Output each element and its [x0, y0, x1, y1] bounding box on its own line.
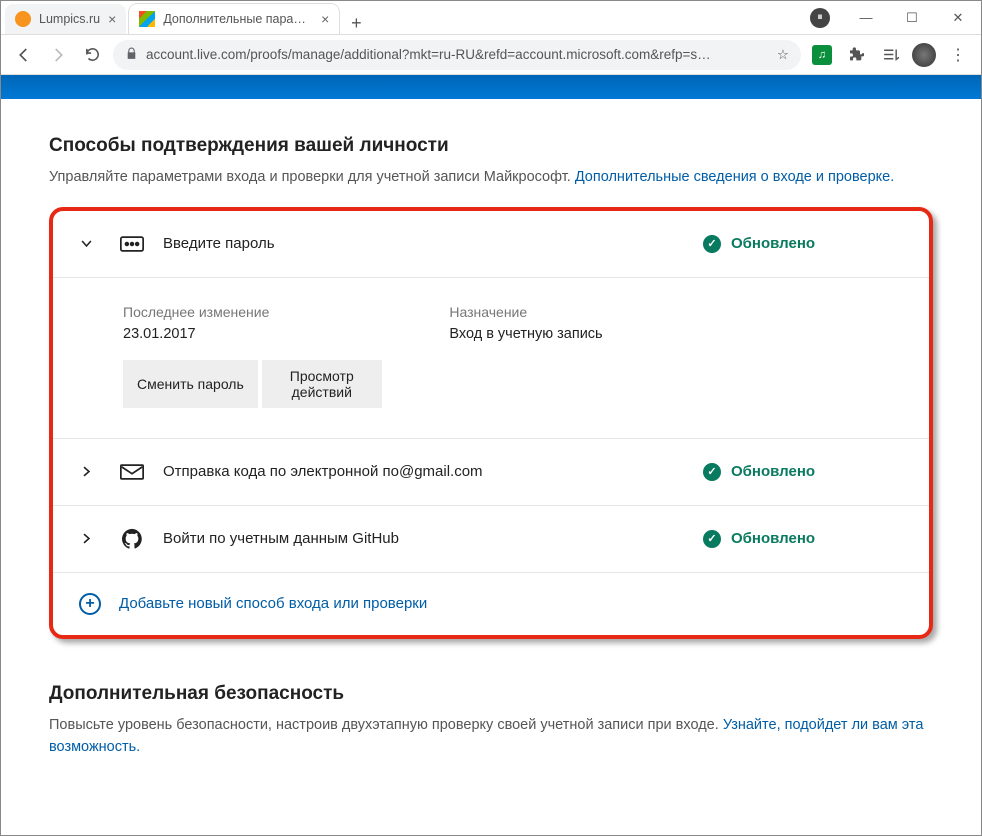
reload-button[interactable]	[79, 42, 105, 68]
close-tab-icon[interactable]: ×	[108, 11, 116, 27]
email-icon	[119, 459, 145, 485]
section-extra-security-subtitle: Повысьте уровень безопасности, настроив …	[49, 715, 933, 759]
method-row-email[interactable]: Отправка кода по электронной по@gmail.co…	[53, 439, 929, 506]
section-identity-title: Способы подтверждения вашей личности	[49, 135, 933, 157]
password-actions: Сменить пароль Просмотр действий	[53, 360, 929, 439]
subtitle-text: Повысьте уровень безопасности, настроив …	[49, 717, 723, 733]
add-signin-method-button[interactable]: + Добавьте новый способ входа или провер…	[53, 573, 929, 635]
purpose-value: Вход в учетную запись	[449, 326, 602, 342]
status-text: Обновлено	[731, 235, 815, 252]
window-controls: ⏸ — ☐ ✕	[797, 1, 981, 34]
status-badge: ✓ Обновлено	[703, 530, 903, 548]
check-icon: ✓	[703, 530, 721, 548]
signin-info-link[interactable]: Дополнительные сведения о входе и провер…	[575, 169, 894, 185]
password-icon	[119, 231, 145, 257]
tab-title: Дополнительные параметры бе	[163, 12, 313, 26]
section-extra-security-title: Дополнительная безопасность	[49, 683, 933, 705]
github-icon	[119, 526, 145, 552]
purpose-label: Назначение	[449, 304, 602, 320]
check-icon: ✓	[703, 235, 721, 253]
method-row-github[interactable]: Войти по учетным данным GitHub ✓ Обновле…	[53, 506, 929, 573]
favicon-lumpics	[15, 11, 31, 27]
ms-header-bar	[1, 75, 981, 99]
star-icon[interactable]: ☆	[777, 47, 789, 63]
change-password-button[interactable]: Сменить пароль	[123, 360, 258, 408]
password-details: Последнее изменение 23.01.2017 Назначени…	[53, 278, 929, 360]
minimize-button[interactable]: —	[843, 1, 889, 34]
close-tab-icon[interactable]: ×	[321, 11, 329, 27]
last-change-label: Последнее изменение	[123, 304, 269, 320]
account-badge[interactable]: ⏸	[797, 1, 843, 34]
section-identity-subtitle: Управляйте параметрами входа и проверки …	[49, 167, 933, 189]
browser-titlebar: Lumpics.ru × Дополнительные параметры бе…	[1, 1, 981, 35]
status-text: Обновлено	[731, 530, 815, 547]
lock-icon	[125, 47, 138, 63]
profile-avatar[interactable]	[911, 42, 937, 68]
status-badge: ✓ Обновлено	[703, 235, 903, 253]
extension-music-icon[interactable]: ♫	[809, 42, 835, 68]
sign-in-methods-panel: Введите пароль ✓ Обновлено Последнее изм…	[49, 207, 933, 639]
page-content: Способы подтверждения вашей личности Упр…	[1, 75, 981, 835]
method-label: Введите пароль	[163, 235, 703, 252]
add-method-label: Добавьте новый способ входа или проверки	[119, 595, 427, 612]
tab-ms-account[interactable]: Дополнительные параметры бе ×	[129, 4, 339, 34]
close-window-button[interactable]: ✕	[935, 1, 981, 34]
chevron-right-icon	[79, 464, 97, 479]
forward-button[interactable]	[45, 42, 71, 68]
chevron-right-icon	[79, 531, 97, 546]
url-text: account.live.com/proofs/manage/additiona…	[146, 47, 769, 62]
method-label: Отправка кода по электронной по@gmail.co…	[163, 463, 703, 480]
menu-button[interactable]: ⋮	[945, 42, 971, 68]
subtitle-text: Управляйте параметрами входа и проверки …	[49, 169, 575, 185]
back-button[interactable]	[11, 42, 37, 68]
omnibox[interactable]: account.live.com/proofs/manage/additiona…	[113, 40, 801, 70]
status-text: Обновлено	[731, 463, 815, 480]
method-row-password[interactable]: Введите пароль ✓ Обновлено	[53, 211, 929, 278]
favicon-microsoft	[139, 11, 155, 27]
tab-strip: Lumpics.ru × Дополнительные параметры бе…	[1, 1, 797, 34]
maximize-button[interactable]: ☐	[889, 1, 935, 34]
view-activity-button[interactable]: Просмотр действий	[262, 360, 382, 408]
plus-icon: +	[79, 593, 101, 615]
last-change-value: 23.01.2017	[123, 326, 269, 342]
status-badge: ✓ Обновлено	[703, 463, 903, 481]
address-bar: account.live.com/proofs/manage/additiona…	[1, 35, 981, 75]
extensions-icon[interactable]	[843, 42, 869, 68]
new-tab-button[interactable]: +	[342, 13, 370, 34]
check-icon: ✓	[703, 463, 721, 481]
method-label: Войти по учетным данным GitHub	[163, 530, 703, 547]
tab-lumpics[interactable]: Lumpics.ru ×	[5, 4, 126, 34]
reading-list-icon[interactable]	[877, 42, 903, 68]
chevron-down-icon	[79, 236, 97, 251]
tab-title: Lumpics.ru	[39, 12, 100, 26]
